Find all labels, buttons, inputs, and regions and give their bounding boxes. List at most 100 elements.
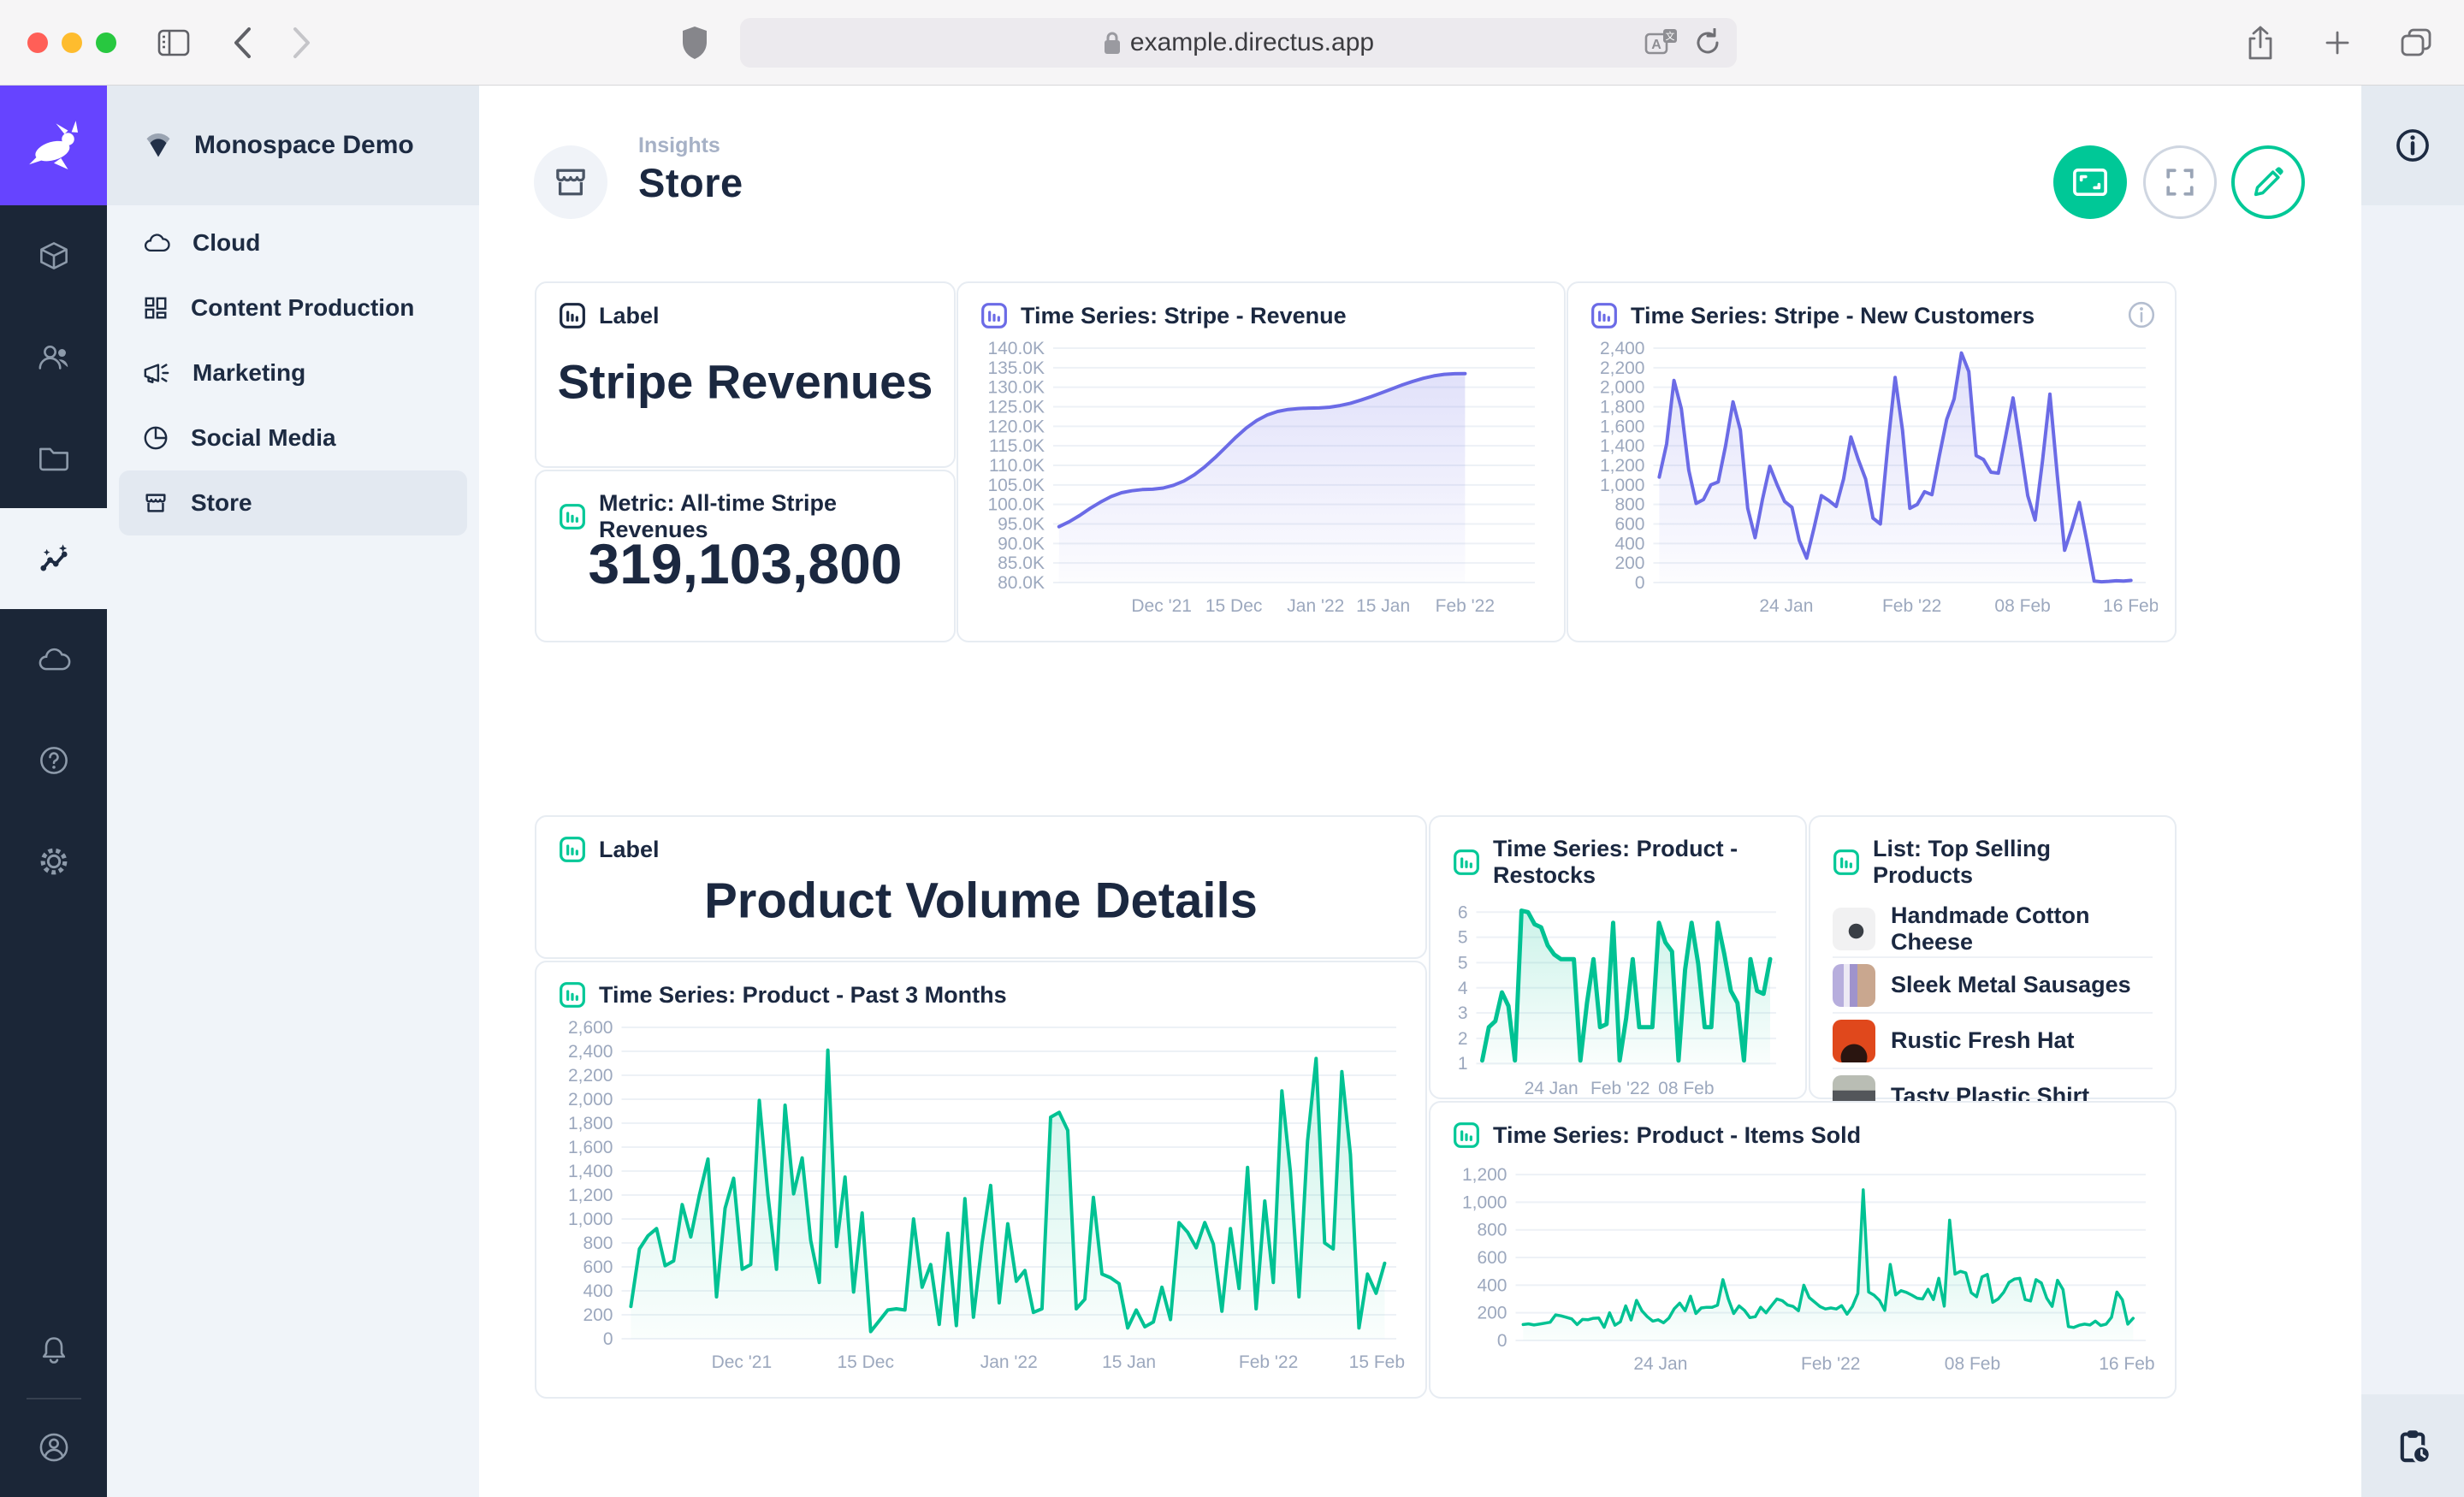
svg-text:1,000: 1,000 [1600, 476, 1645, 495]
nav-item-cloud[interactable]: Cloud [119, 210, 467, 275]
share-icon[interactable] [2245, 25, 2276, 61]
info-sidebar [2361, 86, 2464, 1497]
items-sold-chart: 1,2001,000800600400200024 JanFeb '2208 F… [1453, 1156, 2158, 1376]
panel-info-icon[interactable] [2127, 300, 2156, 329]
nav-item-social-media[interactable]: Social Media [119, 405, 467, 470]
storefront-icon [552, 163, 589, 201]
directus-logo[interactable] [0, 86, 107, 205]
product-thumbnail [1833, 908, 1875, 950]
edit-dashboard-button[interactable] [2231, 145, 2305, 219]
panel-metric-stripe[interactable]: Metric: All-time Stripe Revenues 319,103… [535, 470, 956, 642]
svg-text:Jan '22: Jan '22 [1287, 596, 1344, 616]
svg-text:0: 0 [1497, 1331, 1507, 1351]
panel-type-icon [559, 981, 586, 1009]
panel-ts-stripe-revenue[interactable]: Time Series: Stripe - Revenue 140.0K135.… [957, 281, 1566, 642]
list-item[interactable]: Rustic Fresh Hat [1833, 1012, 2153, 1068]
nav-item-content-production[interactable]: Content Production [119, 275, 467, 340]
panel-list-top-selling[interactable]: List: Top Selling Products Handmade Cott… [1809, 815, 2177, 1099]
svg-text:Dec '21: Dec '21 [712, 1352, 773, 1372]
svg-text:15 Feb: 15 Feb [1349, 1352, 1405, 1372]
breadcrumb[interactable]: Insights [638, 133, 720, 158]
list-item[interactable]: Sleek Metal Sausages [1833, 956, 2153, 1012]
window-controls[interactable] [27, 33, 116, 53]
notifications-button[interactable] [0, 1307, 107, 1393]
panel-type-icon [559, 503, 586, 530]
svg-text:130.0K: 130.0K [987, 378, 1045, 398]
megaphone-icon [143, 360, 170, 386]
new-tab-icon[interactable] [2322, 25, 2353, 61]
stripe-revenue-chart: 140.0K135.0K130.0K125.0K120.0K115.0K110.… [980, 336, 1547, 618]
module-users[interactable] [0, 306, 107, 407]
module-content[interactable] [0, 205, 107, 306]
svg-text:600: 600 [1477, 1248, 1507, 1268]
sidebar-info-button[interactable] [2361, 86, 2464, 205]
back-button[interactable] [231, 26, 253, 60]
svg-text:08 Feb: 08 Feb [1994, 596, 2050, 616]
panel-label-stripe[interactable]: Label Stripe Revenues [535, 281, 956, 468]
workspace-name: Monospace Demo [194, 131, 414, 160]
user-menu-button[interactable] [0, 1405, 107, 1490]
tab-overview-icon[interactable] [2399, 25, 2433, 61]
main-content: Insights Store [479, 86, 2361, 1497]
svg-text:16 Feb: 16 Feb [2099, 1354, 2154, 1374]
panel-type-icon [1833, 849, 1860, 876]
module-bar [0, 86, 107, 1497]
label-text: Product Volume Details [536, 873, 1425, 930]
panel-ts-restocks[interactable]: Time Series: Product - Restocks 65543212… [1429, 815, 1807, 1099]
fit-to-screen-button[interactable] [2053, 145, 2127, 219]
fullscreen-button[interactable] [2143, 145, 2217, 219]
restocks-chart: 655432124 JanFeb '2208 Feb [1453, 896, 1788, 1101]
browser-chrome: example.directus.app A 文 [0, 0, 2464, 86]
list-item[interactable]: Handmade Cotton Cheese [1833, 901, 2153, 956]
module-cloud[interactable] [0, 609, 107, 710]
svg-text:4: 4 [1458, 979, 1468, 998]
translate-icon[interactable]: A 文 [1644, 27, 1679, 58]
activity-log-button[interactable] [2361, 1394, 2464, 1497]
svg-text:Feb '22: Feb '22 [1239, 1352, 1298, 1372]
close-window-button[interactable] [27, 33, 48, 53]
svg-text:0: 0 [1635, 573, 1645, 593]
svg-text:600: 600 [583, 1257, 613, 1277]
svg-text:1,000: 1,000 [1462, 1192, 1507, 1212]
privacy-shield-icon[interactable] [680, 25, 709, 61]
sidebar-toggle-icon[interactable] [157, 29, 190, 56]
panel-ts-past-3-months[interactable]: Time Series: Product - Past 3 Months 2,6… [535, 961, 1427, 1399]
svg-text:Feb '22: Feb '22 [1882, 596, 1941, 616]
svg-text:2,000: 2,000 [568, 1090, 613, 1109]
svg-text:16 Feb: 16 Feb [2103, 596, 2158, 616]
svg-text:1,600: 1,600 [1600, 417, 1645, 436]
zoom-window-button[interactable] [96, 33, 116, 53]
reload-icon[interactable] [1694, 28, 1721, 57]
address-bar[interactable]: example.directus.app A 文 [740, 18, 1737, 68]
cube-icon [38, 241, 69, 270]
url-text: example.directus.app [1130, 28, 1374, 57]
panel-ts-new-customers[interactable]: Time Series: Stripe - New Customers 2,40… [1567, 281, 2177, 642]
svg-text:140.0K: 140.0K [987, 339, 1045, 358]
svg-text:Jan '22: Jan '22 [980, 1352, 1038, 1372]
svg-text:100.0K: 100.0K [987, 495, 1045, 515]
metric-value: 319,103,800 [536, 531, 954, 596]
module-settings[interactable] [0, 811, 107, 912]
svg-text:1,400: 1,400 [568, 1162, 613, 1181]
panel-ts-items-sold[interactable]: Time Series: Product - Items Sold 1,2001… [1429, 1101, 2177, 1399]
workspace-header[interactable]: Monospace Demo [107, 86, 479, 205]
panel-type-icon [1453, 1121, 1480, 1149]
svg-text:600: 600 [1614, 515, 1644, 535]
svg-text:2,200: 2,200 [1600, 358, 1645, 378]
svg-text:800: 800 [1477, 1221, 1507, 1240]
forward-button[interactable] [291, 26, 313, 60]
nav-label: Marketing [192, 359, 305, 387]
svg-text:400: 400 [1614, 534, 1644, 553]
nav-item-marketing[interactable]: Marketing [119, 340, 467, 405]
svg-text:5: 5 [1458, 953, 1468, 973]
svg-text:6: 6 [1458, 902, 1468, 922]
nav-item-store[interactable]: Store [119, 470, 467, 535]
fit-screen-icon [2071, 166, 2109, 198]
minimize-window-button[interactable] [62, 33, 82, 53]
panel-label-product[interactable]: Label Product Volume Details [535, 815, 1427, 959]
rabbit-logo-icon [26, 117, 82, 174]
module-files[interactable] [0, 407, 107, 508]
module-help[interactable] [0, 710, 107, 811]
module-insights[interactable] [0, 508, 107, 609]
folder-icon [38, 444, 70, 471]
